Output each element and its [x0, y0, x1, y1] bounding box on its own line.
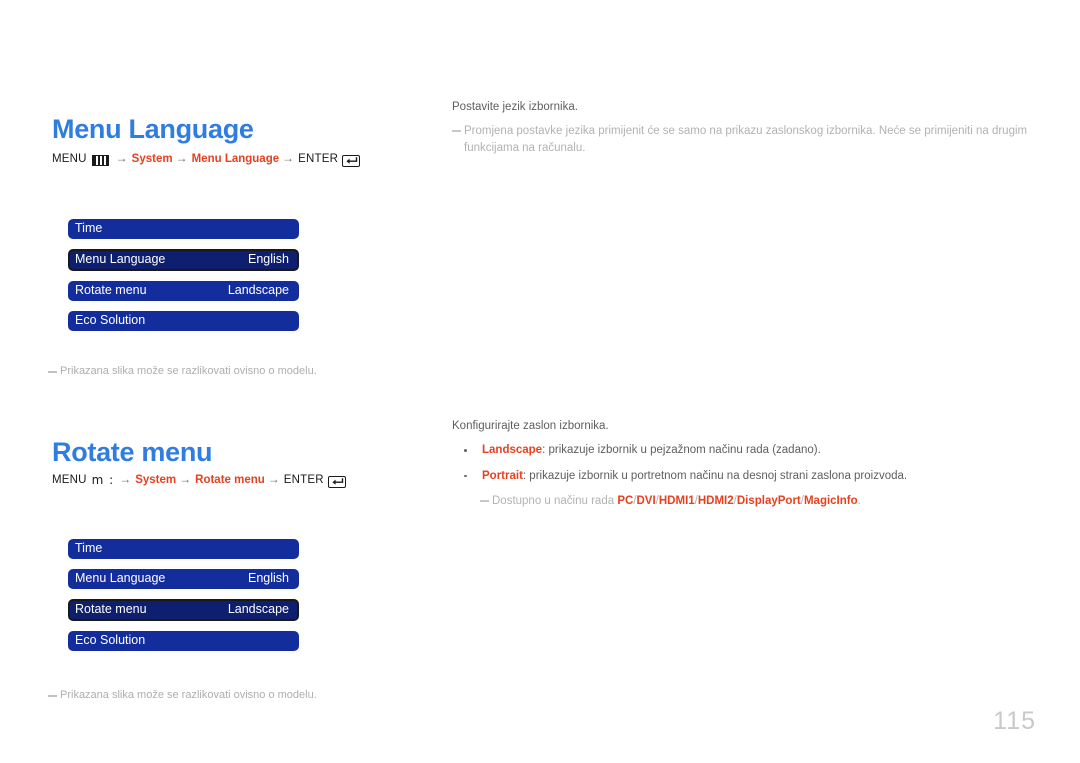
enter-key-icon: [342, 155, 361, 167]
breadcrumb-menu-label: MENU: [52, 153, 87, 165]
page-number: 115: [993, 707, 1036, 735]
breadcrumb-arrow-2: →: [175, 151, 188, 165]
bullet-term: Portrait: [482, 469, 523, 482]
source-name: MagicInfo: [803, 495, 858, 508]
description-lead: Konfigurirajte zaslon izbornika.: [452, 420, 609, 432]
sub-note-prefix: Dostupno u načinu rada: [492, 495, 618, 508]
description-rotate-menu: Konfigurirajte zaslon izbornika. Landsca…: [452, 418, 1032, 510]
breadcrumb-step-system: System: [135, 474, 177, 486]
menu-bars-icon: [91, 154, 109, 166]
document-page: Menu Language MENU → System → Menu Langu…: [0, 0, 1080, 763]
osd-row-value: English: [248, 571, 289, 586]
osd-row-label: Menu Language: [75, 252, 166, 267]
osd-row-value: Landscape: [227, 602, 289, 617]
bullet-text: : prikazuje izbornik u portretnom načinu…: [522, 469, 908, 482]
osd-row[interactable]: Eco Solution: [68, 311, 299, 331]
osd-row-label: Time: [75, 541, 103, 556]
osd-note-2: Prikazana slika može se razlikovati ovis…: [48, 689, 317, 701]
breadcrumb-menu-label: MENU: [52, 474, 87, 486]
source-name: DisplayPort: [736, 495, 801, 508]
source-name: DVI: [636, 495, 656, 508]
dash-marker-icon: [48, 695, 57, 697]
sub-note-source-list: PC/DVI/HDMI1/HDMI2/DisplayPort/MagicInfo: [617, 495, 857, 507]
osd-row[interactable]: Rotate menu Landscape: [68, 281, 299, 301]
source-name: HDMI2: [697, 495, 734, 508]
description-menu-language: Postavite jezik izbornika. Promjena post…: [452, 99, 1032, 156]
section-title-rotate-menu: Rotate menu: [52, 437, 213, 468]
osd-row-label: Eco Solution: [75, 633, 146, 648]
breadcrumb-arrow-2: →: [179, 472, 192, 486]
osd-note-text: Prikazana slika može se razlikovati ovis…: [60, 689, 317, 701]
dash-marker-icon: [452, 130, 461, 132]
breadcrumb-step-system: System: [131, 153, 173, 165]
osd-row[interactable]: Menu Language English: [68, 569, 299, 589]
list-item: Landscape: prikazuje izbornik u pejzažno…: [452, 442, 1032, 459]
osd-menu-preview-2: Time Menu Language English Rotate menu L…: [68, 539, 299, 661]
osd-row[interactable]: Time: [68, 219, 299, 239]
breadcrumb-step-menu-language: Menu Language: [191, 153, 280, 165]
osd-note-text: Prikazana slika može se razlikovati ovis…: [60, 365, 317, 377]
osd-row-selected[interactable]: Rotate menu Landscape: [68, 599, 299, 621]
osd-row-label: Rotate menu: [75, 602, 147, 617]
osd-row-value: Landscape: [227, 283, 289, 298]
breadcrumb-rotate-menu: MENU m : → System → Rotate menu → ENTER: [52, 472, 346, 488]
description-bullet-list: Landscape: prikazuje izbornik u pejzažno…: [452, 442, 1032, 484]
source-name: PC: [617, 495, 634, 508]
source-name: HDMI1: [658, 495, 695, 508]
menu-glyph-icon: m :: [91, 473, 115, 487]
osd-row-label: Rotate menu: [75, 283, 147, 298]
breadcrumb-arrow-1: →: [119, 472, 132, 486]
section-title-menu-language: Menu Language: [52, 114, 254, 145]
osd-row[interactable]: Eco Solution: [68, 631, 299, 651]
dash-marker-icon: [48, 371, 57, 373]
breadcrumb-enter-label: ENTER: [283, 474, 324, 486]
list-item: Portrait: prikazuje izbornik u portretno…: [452, 468, 1032, 485]
enter-key-icon: [327, 476, 346, 488]
osd-note-1: Prikazana slika može se razlikovati ovis…: [48, 365, 317, 377]
breadcrumb-step-rotate-menu: Rotate menu: [195, 474, 265, 486]
osd-menu-preview-1: Time Menu Language English Rotate menu L…: [68, 219, 299, 341]
breadcrumb-arrow-3: →: [267, 472, 280, 486]
osd-row-label: Menu Language: [75, 571, 166, 586]
description-note: Promjena postavke jezika primijenit će s…: [452, 123, 1032, 156]
breadcrumb-arrow-1: →: [115, 151, 128, 165]
description-sub-note: Dostupno u načinu rada PC/DVI/HDMI1/HDMI…: [452, 493, 1032, 510]
osd-row-label: Eco Solution: [75, 313, 146, 328]
description-lead: Postavite jezik izbornika.: [452, 101, 578, 113]
breadcrumb-enter-label: ENTER: [298, 153, 339, 165]
bullet-text: : prikazuje izbornik u pejzažnom načinu …: [542, 444, 821, 457]
sub-note-suffix: .: [857, 495, 861, 508]
osd-row[interactable]: Time: [68, 539, 299, 559]
osd-row-selected[interactable]: Menu Language English: [68, 249, 299, 271]
osd-row-value: English: [248, 252, 289, 267]
breadcrumb-menu-language: MENU → System → Menu Language → ENTER: [52, 151, 361, 167]
osd-row-label: Time: [75, 221, 103, 236]
bullet-term: Landscape: [482, 444, 543, 457]
description-note-text: Promjena postavke jezika primijenit će s…: [464, 125, 1028, 154]
breadcrumb-arrow-3: →: [282, 151, 295, 165]
dash-marker-icon: [480, 500, 489, 502]
